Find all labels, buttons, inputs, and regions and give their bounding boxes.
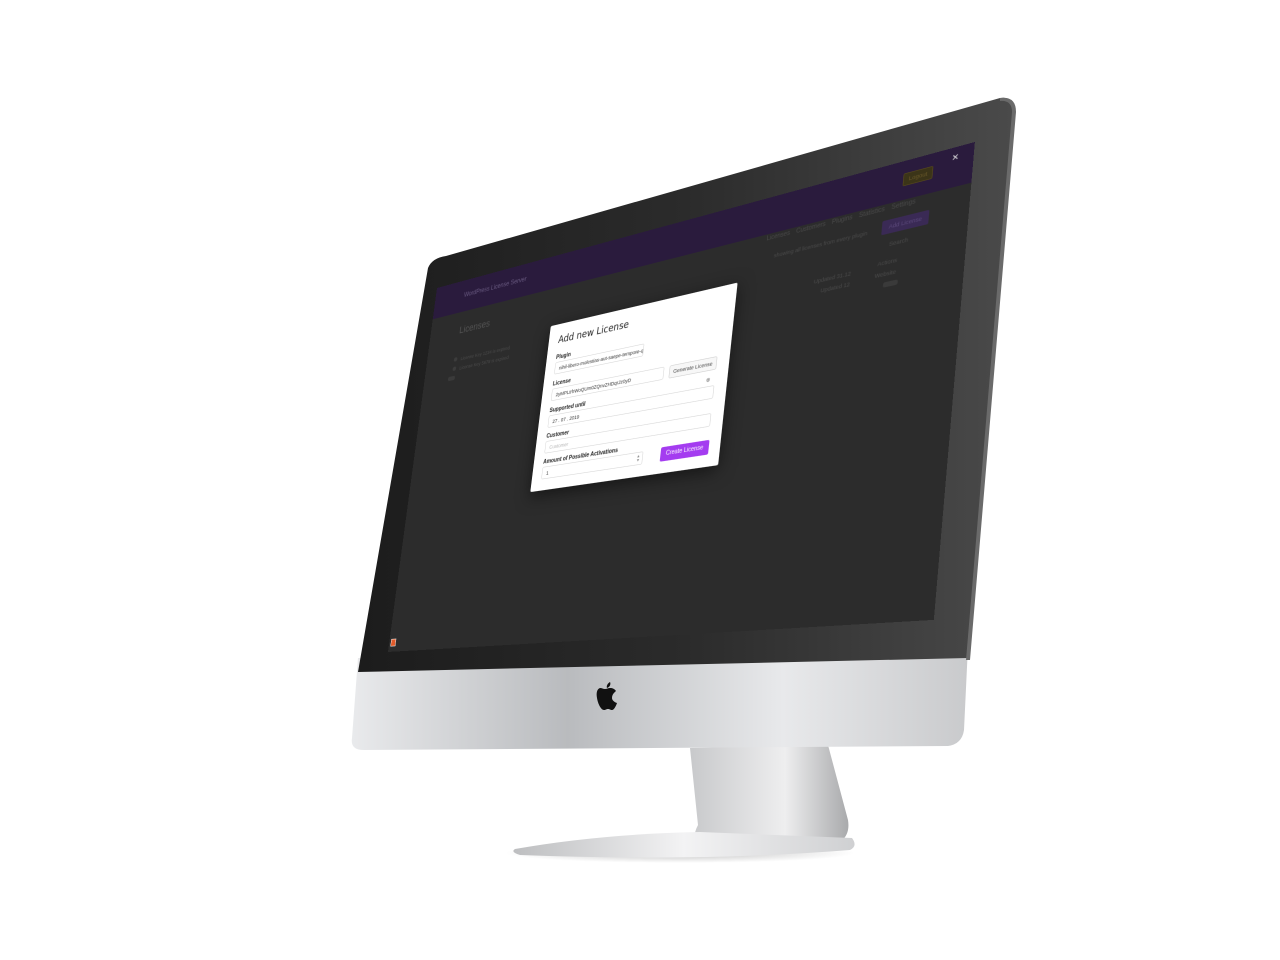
create-license-button[interactable]: Create License xyxy=(659,439,710,462)
generate-license-button[interactable]: Generate License xyxy=(668,356,718,379)
logout-button[interactable]: Logout xyxy=(902,165,934,187)
side-label-2: Updated 12 xyxy=(820,281,851,294)
plugin-select-value: nihil-libero-molestias-aut-saepe-tempore… xyxy=(558,346,645,371)
add-license-button[interactable]: Add License xyxy=(881,209,930,236)
supported-until-value: 27 . 07 . 2019 xyxy=(552,413,580,425)
page-title: Licenses xyxy=(458,317,491,336)
chevron-down-icon: ⌄ xyxy=(635,348,640,356)
list-icon-1 xyxy=(453,356,458,362)
brand-logo: WordPress License Server xyxy=(463,274,528,299)
pagination-pill[interactable] xyxy=(447,375,456,382)
overlay-close-icon[interactable]: × xyxy=(951,151,958,164)
plugin-select[interactable]: nihil-libero-molestias-aut-saepe-tempore… xyxy=(554,343,645,375)
list-icon-2 xyxy=(452,366,457,372)
activations-value: 1 xyxy=(545,469,549,476)
right-label-1: Actions xyxy=(877,256,898,268)
right-label-2: Website xyxy=(874,268,897,280)
right-pill[interactable] xyxy=(882,279,898,288)
clear-date-icon[interactable]: ⊗ xyxy=(706,376,711,383)
bottom-badge-icon xyxy=(390,638,397,647)
stage: WordPress License Server Logout Licenses… xyxy=(0,0,1280,960)
search-label: Search xyxy=(888,236,909,248)
modal-title: Add new License xyxy=(557,318,630,346)
add-license-modal: Add new License Plugin nihil-libero-mole… xyxy=(530,282,738,493)
